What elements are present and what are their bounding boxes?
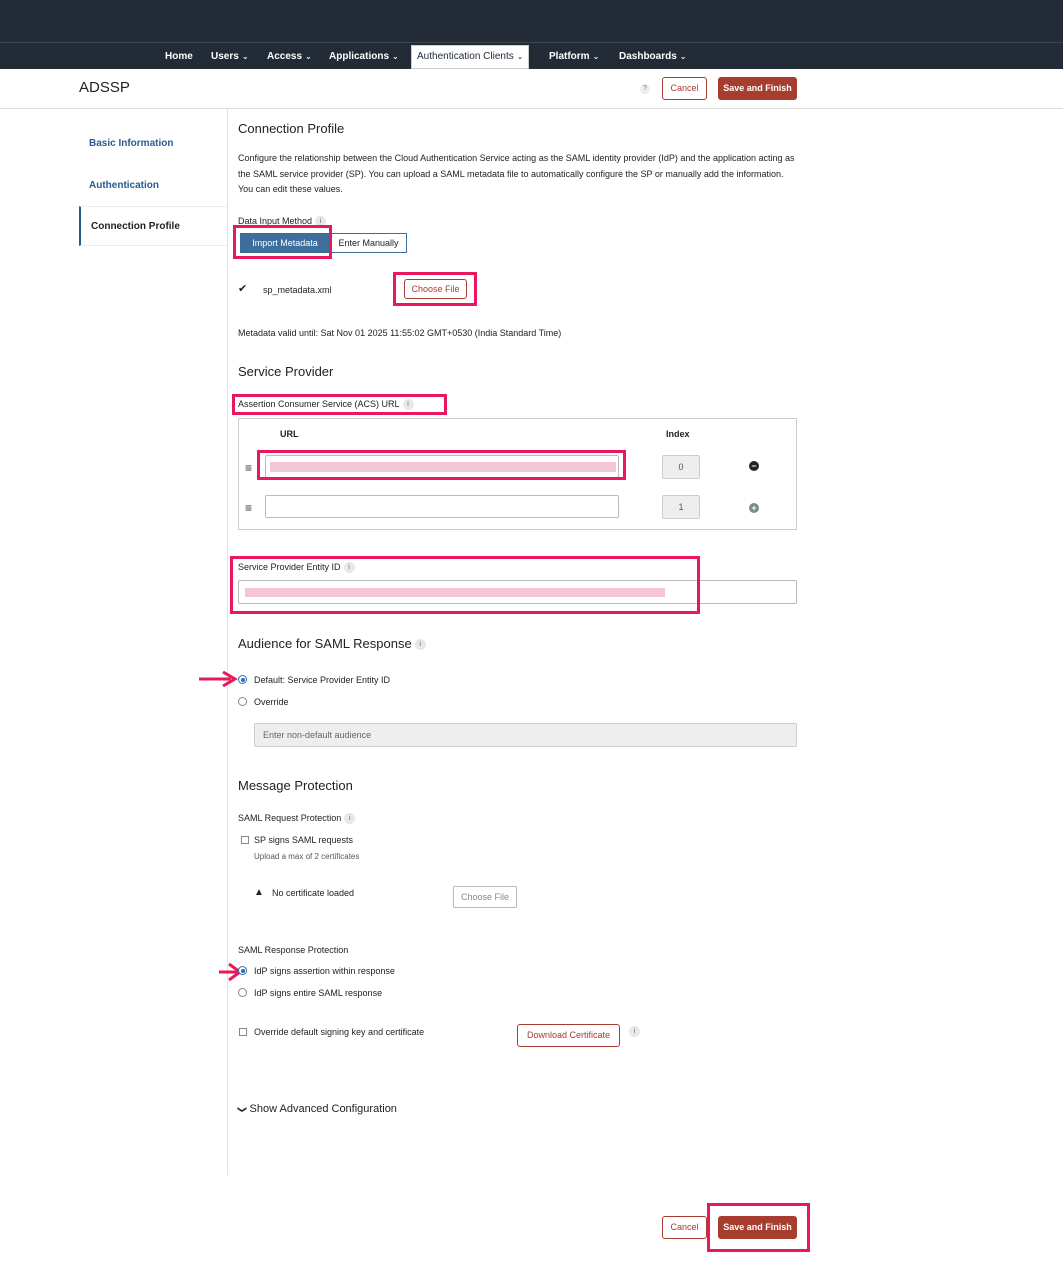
- override-signing-key-label: Override default signing key and certifi…: [254, 1027, 425, 1037]
- section-title-connection-profile: Connection Profile: [238, 121, 345, 136]
- nav-access[interactable]: Access ⌄: [267, 43, 312, 70]
- info-icon[interactable]: i: [344, 813, 356, 825]
- idp-signs-entire-label: IdP signs entire SAML response: [254, 988, 383, 998]
- chevron-down-icon: ⌄: [592, 52, 600, 61]
- sidebar-item-authentication[interactable]: Authentication: [89, 180, 159, 191]
- column-header-index: Index: [666, 429, 690, 439]
- top-banner: [0, 0, 1063, 42]
- audience-override-input[interactable]: Enter non-default audience: [254, 723, 797, 747]
- chevron-down-icon: ⌄: [241, 52, 249, 61]
- column-header-url: URL: [280, 429, 299, 439]
- sidebar-item-basic-information[interactable]: Basic Information: [89, 138, 173, 149]
- metadata-file-name: sp_metadata.xml: [263, 285, 332, 295]
- chevron-down-icon: ⌄: [392, 52, 399, 61]
- connection-profile-description: Configure the relationship between the C…: [238, 153, 795, 194]
- nav-users[interactable]: Users ⌄: [211, 43, 249, 70]
- nav-home[interactable]: Home: [165, 43, 193, 70]
- highlight-box: [230, 556, 700, 614]
- audience-override-label: Override: [254, 697, 289, 707]
- cancel-button[interactable]: Cancel: [662, 77, 707, 100]
- chevron-down-icon: ⌄: [679, 52, 687, 61]
- acs-url-input-1[interactable]: [265, 495, 619, 518]
- section-title-service-provider: Service Provider: [238, 364, 334, 379]
- page-header: ADSSP ? Cancel Save and Finish: [0, 69, 1063, 109]
- nav-platform[interactable]: Platform ⌄: [549, 43, 599, 70]
- divider: [227, 109, 228, 1175]
- sp-signs-requests-label: SP signs SAML requests: [254, 835, 354, 845]
- override-signing-key-checkbox[interactable]: [239, 1028, 247, 1036]
- highlight-box: [232, 394, 447, 415]
- nav-applications[interactable]: Applications ⌄: [329, 43, 399, 70]
- nav-dashboards[interactable]: Dashboards ⌄: [619, 43, 687, 70]
- footer-cancel-button[interactable]: Cancel: [662, 1216, 707, 1239]
- info-icon[interactable]: i: [414, 639, 426, 651]
- saml-request-protection-label: SAML Request Protection i: [238, 813, 356, 825]
- idp-signs-entire-radio[interactable]: [238, 988, 247, 997]
- chevron-down-icon: ❯: [237, 1105, 248, 1114]
- remove-row-icon[interactable]: −: [749, 461, 759, 471]
- sp-signs-requests-checkbox[interactable]: [241, 836, 249, 844]
- info-icon[interactable]: i: [626, 1026, 640, 1037]
- nav-authentication-clients[interactable]: Authentication Clients ⌄: [411, 45, 530, 69]
- no-certificate-text: No certificate loaded: [272, 888, 355, 898]
- arrow-annotation-icon: [199, 671, 238, 687]
- highlight-box: [393, 272, 477, 306]
- chevron-down-icon: ⌄: [305, 52, 312, 61]
- choose-certificate-button[interactable]: Choose File: [453, 886, 517, 908]
- add-row-icon[interactable]: +: [749, 503, 759, 513]
- section-title-audience: Audience for SAML Response i: [238, 636, 426, 651]
- upload-hint: Upload a max of 2 certificates: [254, 852, 360, 861]
- save-and-finish-button[interactable]: Save and Finish: [718, 77, 797, 100]
- idp-signs-assertion-radio[interactable]: [238, 966, 247, 975]
- highlight-box: [233, 225, 332, 259]
- check-icon: ✔: [238, 283, 248, 295]
- sidebar-item-connection-profile[interactable]: Connection Profile: [79, 206, 227, 246]
- show-advanced-configuration-toggle[interactable]: ❯ Show Advanced Configuration: [237, 1103, 397, 1115]
- main-nav: Home Users ⌄ Access ⌄ Applications ⌄ Authen…: [0, 42, 1063, 69]
- audience-placeholder: Enter non-default audience: [263, 730, 372, 740]
- highlight-box: [257, 450, 626, 480]
- warning-icon: ▲: [254, 887, 264, 898]
- audience-default-label: Default: Service Provider Entity ID: [254, 675, 391, 685]
- enter-manually-button[interactable]: Enter Manually: [330, 233, 407, 253]
- drag-handle-icon[interactable]: ≡: [245, 461, 252, 475]
- chevron-down-icon: ⌄: [516, 52, 524, 61]
- download-certificate-button[interactable]: Download Certificate: [517, 1024, 620, 1047]
- idp-signs-assertion-label: IdP signs assertion within response: [254, 966, 395, 976]
- acs-index-1: 1: [662, 495, 700, 519]
- drag-handle-icon[interactable]: ≡: [245, 501, 252, 515]
- sidebar-item-label: Connection Profile: [91, 221, 180, 232]
- acs-index-0: 0: [662, 455, 700, 479]
- highlight-box: [707, 1203, 810, 1252]
- audience-override-radio[interactable]: [238, 697, 247, 706]
- page-title: ADSSP: [79, 79, 130, 96]
- saml-response-protection-label: SAML Response Protection: [238, 945, 349, 955]
- help-icon[interactable]: ?: [640, 84, 650, 94]
- section-title-message-protection: Message Protection: [238, 778, 353, 793]
- audience-default-radio[interactable]: [238, 675, 247, 684]
- metadata-valid-text: Metadata valid until: Sat Nov 01 2025 11…: [238, 328, 562, 338]
